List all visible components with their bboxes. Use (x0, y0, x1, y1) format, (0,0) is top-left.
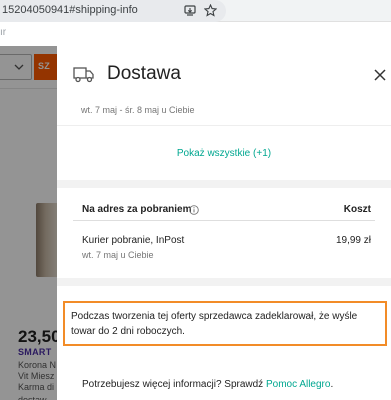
browser-url-bar: 15204050941#shipping-info (0, 0, 391, 22)
url-text[interactable]: 15204050941#shipping-info (2, 4, 138, 16)
shipping-drawer: Dostawa wt. 7 maj - śr. 8 maj u Ciebie P… (57, 46, 391, 400)
shipping-method-date: wt. 7 maj u Ciebie (82, 250, 154, 260)
bookmark-star-icon[interactable] (203, 3, 217, 17)
shipping-method-name: Kurier pobranie, InPost (82, 235, 185, 246)
toolbar-fragment: ır (0, 27, 7, 38)
truck-icon (73, 67, 94, 83)
browser-toolbar: ır (0, 22, 391, 46)
help-text: Potrzebujesz więcej informacji? Sprawdź … (82, 379, 333, 390)
divider (57, 125, 391, 126)
previous-option-date: wt. 7 maj - śr. 8 maj u Ciebie (81, 105, 195, 115)
drawer-title: Dostawa (107, 63, 181, 84)
install-app-icon[interactable] (183, 3, 197, 17)
delivery-group-label: Na adres za pobraniem (82, 204, 192, 215)
dispatch-notice: Podczas tworzenia tej oferty sprzedawca … (63, 301, 387, 346)
help-link[interactable]: Pomoc Allegro (266, 379, 330, 390)
address-field[interactable]: 15204050941#shipping-info (0, 0, 226, 22)
show-all-link[interactable]: Pokaż wszystkie (+1) (57, 148, 391, 159)
help-question: Potrzebujesz więcej informacji? Sprawdź (82, 379, 266, 390)
section-separator (57, 278, 391, 286)
shipping-method-price: 19,99 zł (335, 235, 371, 246)
section-separator (57, 180, 391, 188)
modal-backdrop[interactable] (0, 46, 57, 400)
cost-column-header: Koszt (343, 204, 371, 215)
drawer-header: Dostawa (57, 46, 391, 104)
help-suffix: . (330, 379, 334, 390)
table-divider (73, 220, 375, 221)
close-icon[interactable] (373, 68, 387, 82)
info-icon[interactable] (189, 205, 199, 215)
